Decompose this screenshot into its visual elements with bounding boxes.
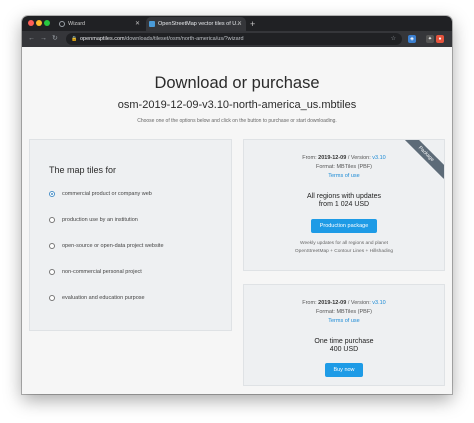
bookmark-star-icon[interactable]: ☆ [391, 33, 396, 45]
lock-icon: 🔒 [71, 36, 78, 42]
map-tiles-favicon-icon [149, 21, 155, 27]
new-tab-icon[interactable]: + [250, 17, 255, 31]
back-arrow-icon[interactable]: ← [28, 31, 35, 47]
price-value: 400 USD [329, 346, 359, 353]
buy-now-button[interactable]: Buy now [325, 363, 363, 377]
reload-icon[interactable]: ↻ [52, 31, 58, 47]
radio-button[interactable] [49, 269, 55, 275]
address-bar[interactable]: 🔒 openmaptiles.com/downloads/tileset/osm… [66, 33, 402, 45]
price-description: All regions with updates [307, 193, 381, 200]
close-tab-icon[interactable]: ✕ [135, 17, 140, 31]
instructions-text: Choose one of the options below and clic… [137, 118, 337, 124]
browser-toolbar: ← → ↻ 🔒 openmaptiles.com/downloads/tiles… [22, 31, 452, 47]
extension-shield-icon[interactable]: ◈ [408, 35, 416, 43]
date-value: 2019-12-09 [318, 300, 347, 306]
tab-openstreetmap[interactable]: OpenStreetMap vector tiles of U... ✕ [146, 17, 246, 31]
browser-window: Wizard ✕ OpenStreetMap vector tiles of U… [22, 16, 452, 394]
price-description: One time purchase [314, 338, 374, 345]
version-link[interactable]: v3.10 [372, 155, 385, 161]
globe-icon [59, 21, 65, 27]
format-line: Format: MBTiles (PBF) [315, 309, 373, 315]
close-window-button[interactable] [28, 20, 34, 26]
tab-title: Wizard [68, 21, 86, 27]
tab-wizard[interactable]: Wizard ✕ [56, 17, 144, 31]
single-purchase-card: From: 2019-12-09 / Version: v3.10 Format… [243, 284, 445, 386]
package-contents: OpenStreetMap + Contour Lines + Hillshad… [294, 249, 394, 254]
option-label: production use by an institution [62, 217, 138, 223]
url-text: openmaptiles.com/downloads/tileset/osm/n… [80, 36, 244, 42]
package-card: Package From: 2019-12-09 / Version: v3.1… [243, 139, 445, 271]
price-value: from 1 024 USD [318, 201, 370, 208]
page-content: Download or purchase osm-2019-12-09-v3.1… [22, 47, 452, 394]
tab-title: OpenStreetMap vector tiles of U... [158, 21, 241, 27]
option-label: evaluation and education purpose [62, 295, 145, 301]
options-heading: The map tiles for [49, 165, 117, 175]
maximize-window-button[interactable] [44, 20, 50, 26]
radio-button-selected[interactable] [49, 191, 55, 197]
package-note: Weekly updates for all regions and plane… [300, 241, 388, 246]
extension-puzzle-icon[interactable]: ✦ [426, 35, 434, 43]
extension-badge-icon[interactable]: ● [436, 35, 444, 43]
terms-of-use-link[interactable]: Terms of use [244, 173, 444, 179]
forward-arrow-icon[interactable]: → [40, 31, 47, 47]
page-title: Download or purchase [154, 74, 320, 92]
radio-button[interactable] [49, 217, 55, 223]
terms-of-use-link[interactable]: Terms of use [244, 318, 444, 324]
close-tab-icon[interactable]: ✕ [237, 17, 242, 31]
date-version-line: From: 2019-12-09 / Version: v3.10 [302, 155, 386, 161]
date-value: 2019-12-09 [318, 155, 347, 161]
date-version-line: From: 2019-12-09 / Version: v3.10 [302, 300, 386, 306]
production-package-button[interactable]: Production package [311, 219, 377, 233]
option-label: open-source or open-data project website [62, 243, 164, 249]
format-line: Format: MBTiles (PBF) [315, 164, 373, 170]
option-label: non-commercial personal project [62, 269, 142, 275]
radio-button[interactable] [49, 295, 55, 301]
radio-button[interactable] [49, 243, 55, 249]
version-link[interactable]: v3.10 [372, 300, 385, 306]
tab-bar: Wizard ✕ OpenStreetMap vector tiles of U… [22, 16, 452, 31]
option-label: commercial product or company web [62, 191, 152, 197]
minimize-window-button[interactable] [36, 20, 42, 26]
file-name: osm-2019-12-09-v3.10-north-america_us.mb… [117, 99, 357, 111]
usage-options-panel: The map tiles for commercial product or … [29, 139, 232, 331]
